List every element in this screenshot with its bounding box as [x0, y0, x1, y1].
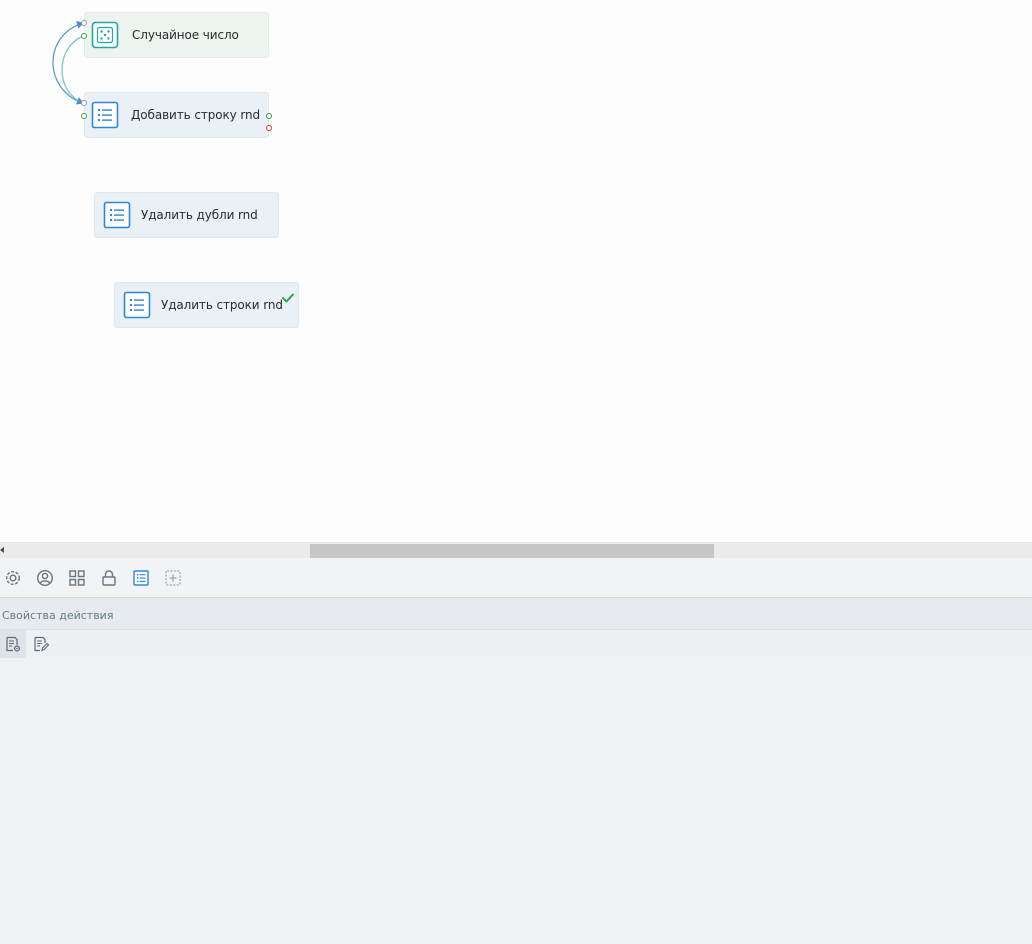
workflow-canvas[interactable]: Случайное число Добавить строку rnd Удал… [0, 0, 1032, 542]
horizontal-scrollbar[interactable] [0, 542, 1032, 558]
doc-settings-icon[interactable] [0, 630, 26, 658]
dice-icon [91, 21, 119, 49]
lock-icon[interactable] [98, 567, 120, 589]
input-port-success[interactable] [81, 113, 87, 119]
node-remove-rows-rnd[interactable]: Удалить строки rnd [114, 282, 299, 328]
app-window: Случайное число Добавить строку rnd Удал… [0, 0, 1032, 944]
add-block-icon[interactable] [162, 567, 184, 589]
check-icon [282, 288, 294, 303]
settings-icon[interactable] [2, 567, 24, 589]
scroll-left-arrow-icon[interactable] [0, 547, 4, 553]
properties-header: Свойства действия [0, 598, 1032, 630]
input-port[interactable] [81, 20, 87, 26]
node-label: Удалить дубли rnd [141, 208, 258, 222]
grid-icon[interactable] [66, 567, 88, 589]
output-port-success[interactable] [266, 113, 272, 119]
node-remove-duplicates-rnd[interactable]: Удалить дубли rnd [94, 192, 279, 238]
input-port[interactable] [81, 100, 87, 106]
doc-edit-icon[interactable] [28, 630, 54, 658]
output-port-error[interactable] [266, 125, 272, 131]
node-label: Добавить строку rnd [131, 108, 260, 122]
properties-body [0, 658, 1032, 944]
node-add-row-rnd[interactable]: Добавить строку rnd [84, 92, 269, 138]
output-port[interactable] [81, 33, 87, 39]
bottom-toolbar [0, 558, 1032, 598]
properties-tabs [0, 630, 1032, 658]
node-random-number[interactable]: Случайное число [84, 12, 269, 58]
connectors-layer [52, 21, 84, 105]
list-doc-icon[interactable] [130, 567, 152, 589]
node-label: Случайное число [132, 28, 239, 42]
connector-loop-outer [52, 21, 84, 104]
node-label: Удалить строки rnd [161, 298, 283, 312]
scrollbar-thumb[interactable] [310, 544, 714, 558]
user-circle-icon[interactable] [34, 567, 56, 589]
list-icon [91, 101, 119, 129]
properties-title: Свойства действия [2, 609, 114, 622]
list-icon [123, 291, 151, 319]
connector-loop-inner [61, 35, 84, 105]
list-icon [103, 201, 131, 229]
